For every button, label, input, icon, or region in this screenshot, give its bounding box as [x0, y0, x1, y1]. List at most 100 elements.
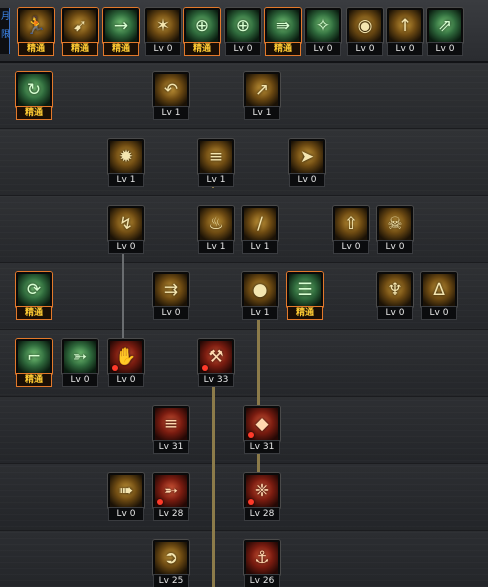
skill-slot[interactable]: ➠ Lv 0 — [108, 473, 144, 521]
skill-glyph: ➹ — [72, 16, 88, 36]
skill-glyph: ≡ — [163, 414, 179, 434]
sidebar-tab-char: 限 — [1, 30, 11, 40]
skill-slot[interactable]: ➵ Lv 28 — [153, 473, 189, 521]
skill-level-label: 精通 — [103, 42, 139, 56]
skill-tree-window: 月 限 🏃 精通 ➹ 精通 → 精通 ✶ Lv 0 ⊕ 精通 ⊕ Lv 0 ⇛ 精通 ✧ Lv 0 ◉ Lv 0 ↑… — [0, 0, 488, 587]
skill-level-label: Lv 0 — [387, 42, 423, 56]
bomb-cluster-icon: ❈ — [244, 473, 280, 509]
skill-level-label: Lv 0 — [108, 507, 144, 521]
skill-slot[interactable]: ✋ Lv 0 — [108, 339, 144, 387]
skill-glyph: ↑ — [397, 16, 413, 36]
skill-glyph: ➤ — [299, 147, 315, 167]
sidebar-tab-char: 月 — [1, 12, 11, 22]
demon-head-icon: ☠ — [377, 206, 413, 242]
skill-glyph: ✶ — [155, 16, 171, 36]
skill-level-label: Lv 33 — [198, 373, 234, 387]
fire-burst-icon: ♨ — [198, 206, 234, 242]
skill-glyph: ⚓ — [254, 548, 270, 568]
skill-slot[interactable]: ❈ Lv 28 — [244, 473, 280, 521]
skill-slot[interactable]: ◉ Lv 0 — [347, 8, 383, 56]
grenade-icon: ● — [242, 272, 278, 308]
grab-throw-icon: ✋ — [108, 339, 144, 375]
skill-level-label: Lv 1 — [198, 173, 234, 187]
skill-level-label: Lv 31 — [153, 440, 189, 454]
slash-icon: ∕ — [242, 206, 278, 242]
robot-armor-icon: ⚒ — [198, 339, 234, 375]
skill-glyph: ✹ — [118, 147, 134, 167]
locked-indicator-icon — [248, 432, 254, 438]
skill-slot[interactable]: ◆ Lv 31 — [244, 406, 280, 454]
skill-slot[interactable]: ↻ 精通 — [16, 72, 52, 120]
multi-shot-icon: ⇉ — [153, 272, 189, 308]
skill-slot[interactable]: ⚓ Lv 26 — [244, 540, 280, 587]
skill-level-label: Lv 1 — [242, 306, 278, 320]
skill-glyph: ☠ — [387, 214, 403, 234]
skill-connector-line — [257, 318, 260, 411]
skill-level-label: 精通 — [18, 42, 54, 56]
laser-cannon-icon: ➲ — [153, 540, 189, 576]
skill-glyph: ➳ — [72, 347, 88, 367]
skill-level-label: 精通 — [184, 42, 220, 56]
skill-slot[interactable]: ⇗ Lv 0 — [427, 8, 463, 56]
skill-slot[interactable]: ♨ Lv 1 — [198, 206, 234, 254]
skill-slot[interactable]: ✶ Lv 0 — [145, 8, 181, 56]
skill-slot[interactable]: → 精通 — [103, 8, 139, 56]
skill-slot[interactable]: ↑ Lv 0 — [387, 8, 423, 56]
skill-slot[interactable]: ⊕ Lv 0 — [225, 8, 261, 56]
missile-icon: ➵ — [153, 473, 189, 509]
stacked-ammo-icon: ☰ — [287, 272, 323, 308]
skill-level-label: 精通 — [16, 106, 52, 120]
skill-slot[interactable]: ↶ Lv 1 — [153, 72, 189, 120]
skill-slot[interactable]: ☠ Lv 0 — [377, 206, 413, 254]
trophy-cup-icon: ♆ — [377, 272, 413, 308]
skill-slot[interactable]: ✹ Lv 1 — [108, 139, 144, 187]
skill-glyph: ➲ — [163, 548, 179, 568]
skill-slot[interactable]: ≡ Lv 31 — [153, 406, 189, 454]
skill-slot[interactable]: ⇧ Lv 0 — [333, 206, 369, 254]
skill-slot[interactable]: ➳ Lv 0 — [62, 339, 98, 387]
spin-kick-icon: ↻ — [16, 72, 52, 108]
skill-slot[interactable]: ↗ Lv 1 — [244, 72, 280, 120]
locked-indicator-icon — [157, 499, 163, 505]
skill-level-label: Lv 0 — [427, 42, 463, 56]
leap-icon: ➹ — [62, 8, 98, 44]
skill-slot[interactable]: ☰ 精通 — [287, 272, 323, 320]
skill-level-label: Lv 0 — [145, 42, 181, 56]
skill-level-label: 精通 — [16, 306, 52, 320]
skill-level-label: Lv 0 — [225, 42, 261, 56]
swirl-kick-icon: ↯ — [108, 206, 144, 242]
skill-glyph: ≡ — [208, 147, 224, 167]
skill-slot[interactable]: ⌐ 精通 — [16, 339, 52, 387]
crosshair-icon: ⊕ — [225, 8, 261, 44]
skill-level-label: 精通 — [287, 306, 323, 320]
skill-level-label: Lv 0 — [333, 240, 369, 254]
skill-slot[interactable]: ➤ Lv 0 — [289, 139, 325, 187]
skill-slot[interactable]: ⊕ 精通 — [184, 8, 220, 56]
skill-slot[interactable]: ➲ Lv 25 — [153, 540, 189, 587]
skill-slot[interactable]: ● Lv 1 — [242, 272, 278, 320]
skill-slot[interactable]: ↯ Lv 0 — [108, 206, 144, 254]
skill-slot[interactable]: ∆ Lv 0 — [421, 272, 457, 320]
skill-slot[interactable]: ∕ Lv 1 — [242, 206, 278, 254]
skill-slot[interactable]: ✧ Lv 0 — [305, 8, 341, 56]
sidebar-tab[interactable]: 月 限 — [0, 8, 10, 54]
skill-glyph: ⊕ — [194, 16, 210, 36]
bomb-icon: ◆ — [244, 406, 280, 442]
skill-glyph: ☰ — [297, 280, 313, 300]
skill-slot[interactable]: ≡ Lv 1 — [198, 139, 234, 187]
skill-glyph: 🏃 — [25, 16, 47, 36]
skill-slot[interactable]: ➹ 精通 — [62, 8, 98, 56]
skill-slot[interactable]: ⇛ 精通 — [265, 8, 301, 56]
tree-row-band — [0, 128, 488, 195]
skill-slot[interactable]: ⇉ Lv 0 — [153, 272, 189, 320]
skill-slot[interactable]: ♆ Lv 0 — [377, 272, 413, 320]
skill-glyph: ↶ — [163, 80, 179, 100]
skill-slot[interactable]: ⚒ Lv 33 — [198, 339, 234, 387]
eagle-wings-icon: ✶ — [145, 8, 181, 44]
toggle-buff-icon: ⟳ — [16, 272, 52, 308]
skill-slot[interactable]: ⟳ 精通 — [16, 272, 52, 320]
skill-slot[interactable]: 🏃 精通 — [18, 8, 54, 56]
skill-level-label: 精通 — [16, 373, 52, 387]
climb-icon: ⇗ — [427, 8, 463, 44]
skill-level-label: Lv 26 — [244, 574, 280, 587]
